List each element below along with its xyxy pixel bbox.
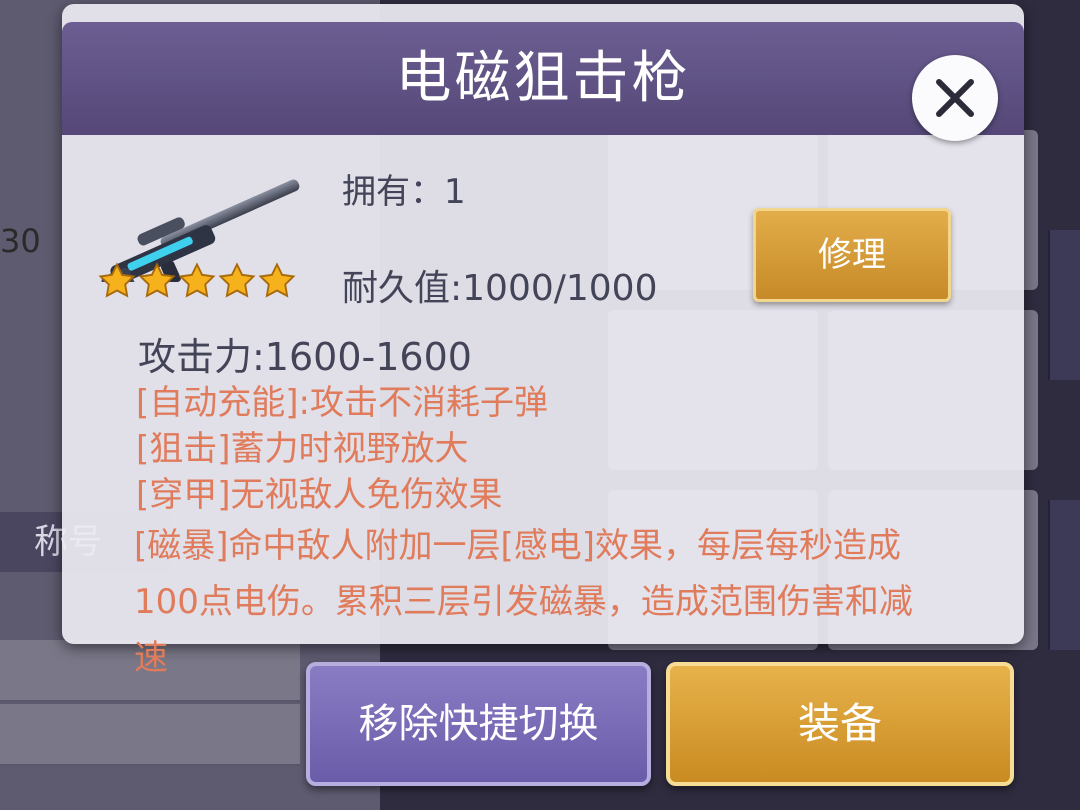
- star-icon: [98, 262, 136, 298]
- close-button[interactable]: [912, 55, 998, 141]
- background-edge-slot: [1048, 500, 1080, 650]
- owned-count: 拥有：1: [342, 172, 466, 212]
- skill-description: [狙击]蓄力时视野放大: [136, 429, 469, 469]
- star-icon: [138, 262, 176, 298]
- star-icon: [178, 262, 216, 298]
- background-number: 30: [0, 222, 41, 260]
- skill-list: [自动充能]:攻击不消耗子弹 [狙击]蓄力时视野放大 [穿甲]无视敌人免伤效果 …: [134, 380, 956, 678]
- remove-quick-switch-button[interactable]: 移除快捷切换: [306, 662, 651, 786]
- rarity-stars: [98, 262, 296, 300]
- repair-button[interactable]: 修理: [753, 208, 951, 302]
- close-icon: [936, 79, 974, 117]
- item-detail-dialog: 电磁狙击枪 拥有：1 耐久值:1000/1000 攻击力:1600-1600 修…: [62, 4, 1024, 678]
- star-icon: [218, 262, 256, 298]
- skill-description: [磁暴]命中敌人附加一层[感电]效果，每层每秒造成100点电伤。累积三层引发磁暴…: [134, 526, 913, 678]
- attack-power: 攻击力:1600-1600: [138, 335, 472, 379]
- background-edge-slot: [1048, 230, 1080, 380]
- skill-description: [自动充能]:攻击不消耗子弹: [136, 383, 548, 423]
- equip-button[interactable]: 装备: [666, 662, 1014, 786]
- durability-value: 耐久值:1000/1000: [342, 268, 658, 309]
- background-row: [0, 704, 300, 766]
- star-icon: [258, 262, 296, 298]
- skill-description: [穿甲]无视敌人免伤效果: [136, 475, 503, 515]
- dialog-title: 电磁狙击枪: [395, 46, 691, 111]
- dialog-header: 电磁狙击枪: [62, 22, 1024, 141]
